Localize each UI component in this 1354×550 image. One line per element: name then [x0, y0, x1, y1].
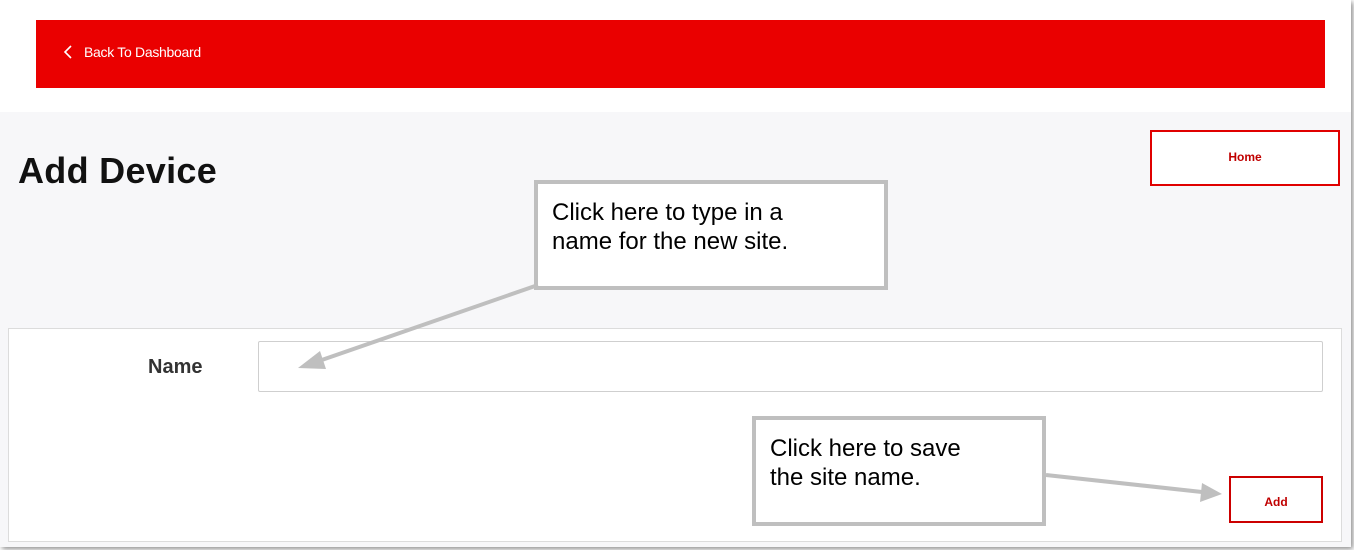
callout-name-input-instructions: Click here to type in a name for the new…: [534, 180, 888, 290]
add-button[interactable]: Add: [1229, 476, 1323, 523]
home-button[interactable]: Home: [1150, 130, 1340, 186]
callout-text-line: the site name.: [770, 464, 921, 491]
back-to-dashboard-label: Back To Dashboard: [84, 44, 201, 60]
chevron-left-icon: [63, 45, 72, 59]
name-field-label: Name: [148, 356, 203, 378]
top-navigation-bar: Back To Dashboard: [36, 20, 1325, 88]
callout-text-line: Click here to type in a: [552, 199, 783, 226]
page-title: Add Device: [18, 150, 218, 191]
screenshot-frame: Back To Dashboard Add Device Home Name A…: [0, 0, 1351, 547]
callout-text-line: name for the new site.: [552, 228, 789, 255]
callout-text-line: Click here to save: [770, 435, 961, 462]
callout-add-button-instructions: Click here to save the site name.: [752, 416, 1046, 526]
name-input[interactable]: [258, 341, 1323, 392]
back-to-dashboard-link[interactable]: Back To Dashboard: [62, 44, 201, 60]
